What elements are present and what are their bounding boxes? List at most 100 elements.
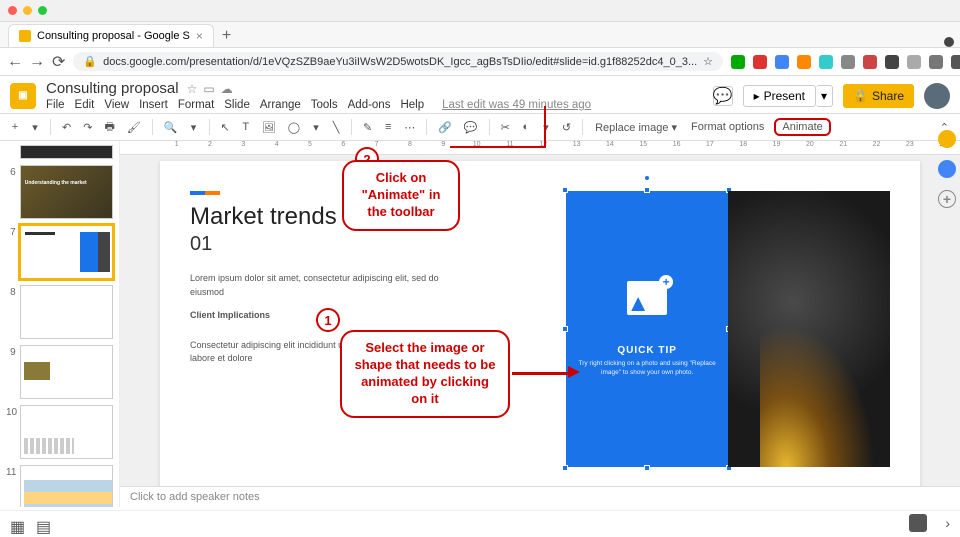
animate-button[interactable]: Animate: [774, 118, 830, 136]
link-button[interactable]: 🔗: [435, 119, 455, 136]
slide-thumb-5-partial[interactable]: [20, 145, 113, 159]
zoom-dropdown[interactable]: ▾: [187, 119, 201, 136]
slide-thumb-6[interactable]: Understanding the market: [20, 165, 113, 219]
speaker-notes[interactable]: Click to add speaker notes: [120, 486, 960, 510]
line-tool[interactable]: ╲: [329, 119, 343, 136]
border-weight[interactable]: ≡: [381, 119, 395, 135]
back-button[interactable]: ←: [8, 55, 22, 69]
quicktip-text: Try right clicking on a photo and using …: [574, 360, 720, 377]
side-panel-rail: +: [934, 130, 960, 208]
slide-text-column[interactable]: Market trends 01 Lorem ipsum dolor sit a…: [190, 191, 546, 467]
account-dot[interactable]: [944, 37, 954, 47]
addons-plus-icon[interactable]: +: [938, 190, 956, 208]
slides-header: ▣ Consulting proposal ☆ ▭ ☁ File Edit Vi…: [0, 76, 960, 113]
border-color[interactable]: ✎: [360, 119, 375, 136]
ext-11-icon[interactable]: [951, 55, 960, 69]
star-icon[interactable]: ☆: [703, 55, 713, 68]
new-tab-button[interactable]: +: [214, 25, 239, 47]
crop-button[interactable]: ✂: [498, 119, 513, 136]
ext-6-icon[interactable]: [841, 55, 855, 69]
explore-button[interactable]: [909, 514, 927, 532]
print-button[interactable]: 🖶: [101, 116, 117, 139]
maximize-window[interactable]: [38, 6, 47, 15]
filmstrip-view-icon[interactable]: ▦: [10, 517, 26, 529]
share-button[interactable]: 🔒 Share: [843, 84, 914, 108]
annotation-callout-1: Select the image or shape that needs to …: [340, 330, 510, 418]
slide-number[interactable]: 01: [190, 233, 546, 256]
browser-tab-active[interactable]: Consulting proposal - Google S ×: [8, 24, 214, 47]
slides-logo-icon[interactable]: ▣: [10, 83, 36, 109]
tasks-icon[interactable]: [938, 160, 956, 178]
shape-tool[interactable]: ◯: [285, 119, 303, 136]
close-tab-icon[interactable]: ×: [196, 29, 203, 43]
last-edit-info[interactable]: Last edit was 49 minutes ago: [442, 99, 591, 111]
menu-slide[interactable]: Slide: [224, 99, 250, 111]
ext-9-icon[interactable]: [907, 55, 921, 69]
zoom-button[interactable]: 🔍: [161, 119, 181, 136]
connector-line-2b: [450, 146, 546, 148]
present-dropdown[interactable]: ▾: [816, 85, 833, 107]
ext-2-icon[interactable]: [753, 55, 767, 69]
ext-3-icon[interactable]: [775, 55, 789, 69]
ext-1-icon[interactable]: [731, 55, 745, 69]
replace-image-button[interactable]: Replace image ▾: [591, 119, 681, 136]
image-tool[interactable]: 🖼: [259, 119, 279, 136]
paint-format-button[interactable]: 🖌: [124, 119, 144, 136]
mask-button[interactable]: ◐: [519, 119, 533, 135]
image-placeholder-selected[interactable]: QUICK TIP Try right clicking on a photo …: [566, 191, 728, 467]
new-slide-dropdown[interactable]: ▾: [28, 119, 42, 136]
menu-help[interactable]: Help: [400, 99, 424, 111]
slide-thumb-10[interactable]: [20, 405, 113, 459]
format-options-button[interactable]: Format options: [687, 119, 768, 135]
comment-tool[interactable]: 💬: [461, 119, 481, 136]
border-dash[interactable]: ⋯: [401, 119, 418, 136]
ext-8-icon[interactable]: [885, 55, 899, 69]
new-slide-button[interactable]: +: [8, 119, 22, 135]
menu-insert[interactable]: Insert: [139, 99, 168, 111]
tab-title: Consulting proposal - Google S: [37, 30, 190, 42]
keep-icon[interactable]: [938, 130, 956, 148]
slide-thumb-11[interactable]: [20, 465, 113, 507]
redo-button[interactable]: ↷: [80, 119, 95, 136]
reset-image-button[interactable]: ↺: [559, 119, 574, 136]
textbox-tool[interactable]: T: [239, 119, 253, 135]
account-avatar[interactable]: [924, 83, 950, 109]
slide-thumb-7[interactable]: [20, 225, 113, 279]
minimize-window[interactable]: [23, 6, 32, 15]
comments-button[interactable]: 💬: [713, 86, 733, 106]
ext-5-icon[interactable]: [819, 55, 833, 69]
shape-dropdown[interactable]: ▾: [309, 119, 323, 136]
photo-panel[interactable]: [728, 191, 890, 467]
slide-editor[interactable]: 123456789101112131415161718192021222324 …: [120, 141, 960, 507]
menu-view[interactable]: View: [104, 99, 129, 111]
menu-arrange[interactable]: Arrange: [260, 99, 301, 111]
undo-button[interactable]: ↶: [59, 119, 74, 136]
grid-view-icon[interactable]: ▤: [36, 517, 52, 529]
side-panel-toggle[interactable]: ›: [945, 515, 950, 531]
slide-canvas[interactable]: Market trends 01 Lorem ipsum dolor sit a…: [160, 161, 920, 497]
url-field[interactable]: 🔒 docs.google.com/presentation/d/1eVQzSZ…: [73, 52, 723, 71]
slide-thumb-8[interactable]: [20, 285, 113, 339]
menu-tools[interactable]: Tools: [311, 99, 338, 111]
star-doc-icon[interactable]: ☆: [187, 82, 198, 96]
slide-thumb-9[interactable]: [20, 345, 113, 399]
doc-title[interactable]: Consulting proposal: [46, 80, 179, 97]
forward-button[interactable]: →: [30, 55, 44, 69]
annotation-arrow-1: [512, 372, 570, 375]
present-button[interactable]: ▸ Present: [743, 85, 816, 107]
cloud-status-icon[interactable]: ☁: [221, 82, 233, 96]
ext-10-icon[interactable]: [929, 55, 943, 69]
select-tool[interactable]: ↖: [218, 119, 233, 136]
menu-format[interactable]: Format: [178, 99, 214, 111]
menu-edit[interactable]: Edit: [75, 99, 95, 111]
thumbnail-panel[interactable]: 6Understanding the market 7 8 9 10 11: [0, 141, 120, 507]
reload-button[interactable]: ⟳: [52, 55, 65, 69]
ext-7-icon[interactable]: [863, 55, 877, 69]
move-doc-icon[interactable]: ▭: [203, 82, 214, 96]
close-window[interactable]: [8, 6, 17, 15]
slide-body-1[interactable]: Lorem ipsum dolor sit amet, consectetur …: [190, 272, 450, 299]
traffic-lights[interactable]: [8, 6, 47, 15]
menu-file[interactable]: File: [46, 99, 65, 111]
menu-addons[interactable]: Add-ons: [348, 99, 391, 111]
ext-4-icon[interactable]: [797, 55, 811, 69]
